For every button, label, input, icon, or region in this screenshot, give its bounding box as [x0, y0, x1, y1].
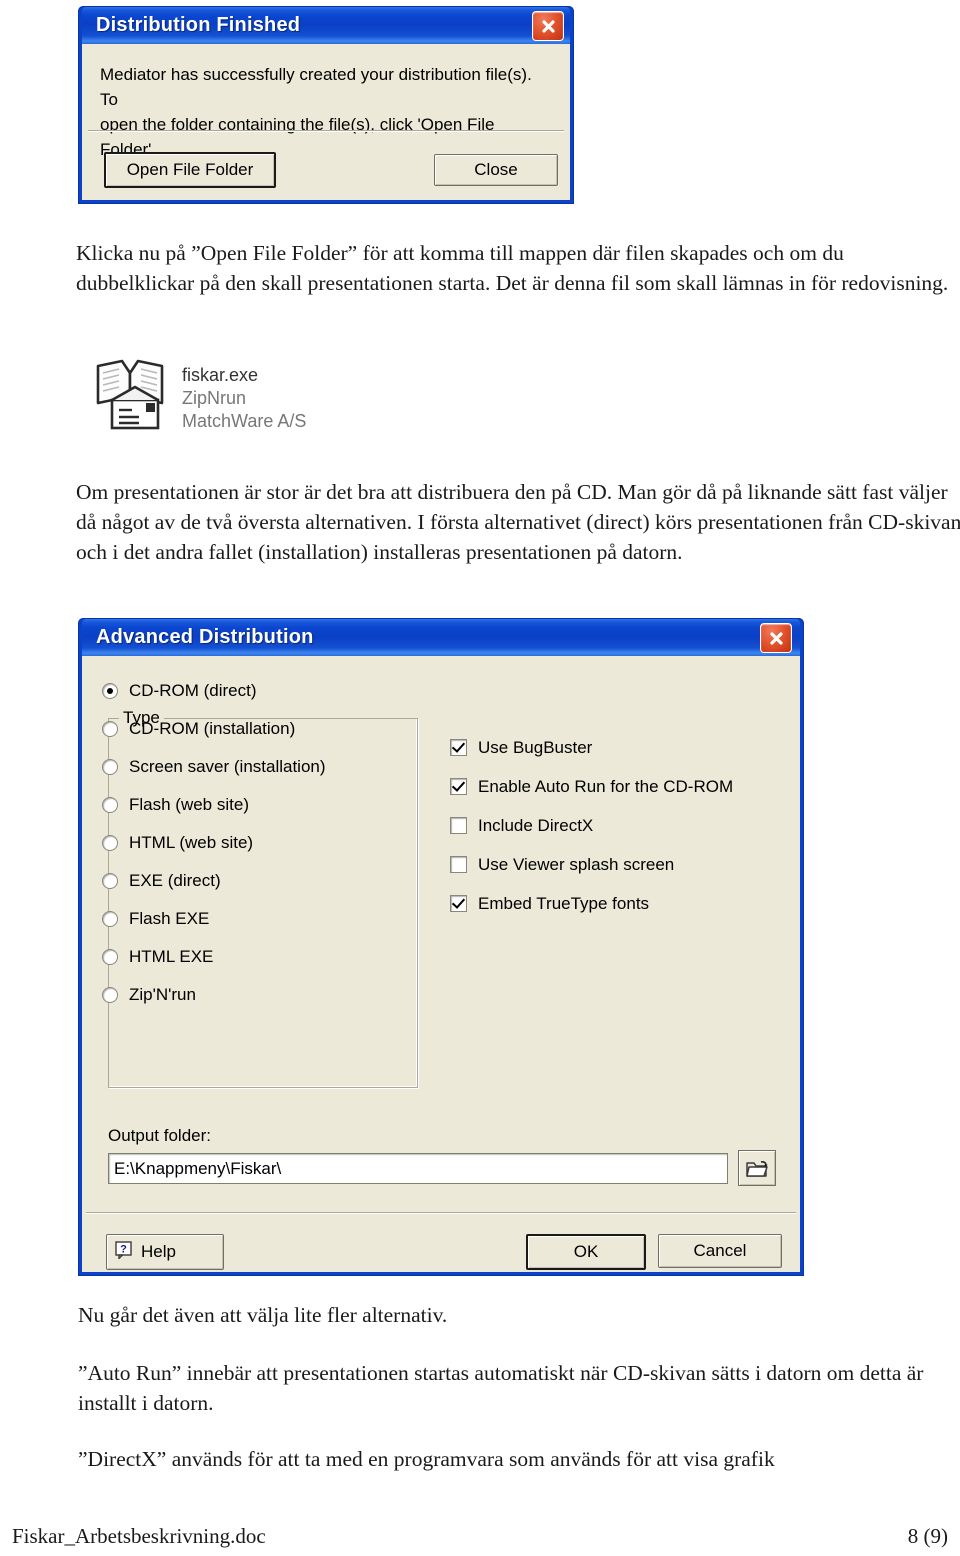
dialog-title: Advanced Distribution [96, 626, 314, 648]
checkbox-label: Enable Auto Run for the CD-ROM [478, 776, 734, 796]
dialog-title: Distribution Finished [96, 14, 301, 36]
radio-flash-web-site[interactable]: Flash (web site) [102, 786, 326, 824]
checkbox-indicator [450, 895, 467, 912]
checkbox-indicator [450, 856, 467, 873]
radio-zip-n-run[interactable]: Zip'N'run [102, 976, 326, 1014]
file-item: fiskar.exe ZipNrun MatchWare A/S [92, 356, 306, 438]
radio-indicator [102, 759, 118, 775]
dialog-titlebar[interactable]: Distribution Finished [82, 7, 570, 44]
paragraph-more-options: Nu går det även att välja lite fler alte… [78, 1303, 448, 1327]
checkbox-label: Use Viewer splash screen [478, 854, 675, 874]
divider [86, 1212, 796, 1214]
file-vendor: MatchWare A/S [182, 411, 307, 431]
ok-button[interactable]: OK [526, 1234, 646, 1270]
radio-label: EXE (direct) [129, 871, 221, 890]
checkbox-include-directx[interactable]: Include DirectX [450, 806, 733, 845]
close-icon[interactable] [760, 623, 792, 653]
radio-indicator [102, 797, 118, 813]
open-file-folder-button[interactable]: Open File Folder [104, 152, 276, 188]
folder-browse-icon[interactable] [738, 1150, 776, 1186]
radio-label: Zip'N'run [129, 985, 196, 1004]
checkbox-indicator [450, 739, 467, 756]
help-button[interactable]: ? Help [106, 1234, 224, 1270]
cancel-button[interactable]: Cancel [658, 1234, 782, 1268]
radio-exe-direct[interactable]: EXE (direct) [102, 862, 326, 900]
checkbox-label: Use BugBuster [478, 737, 593, 757]
footer-filename: Fiskar_Arbetsbeskrivning.doc [12, 1524, 266, 1548]
output-folder-label: Output folder: [108, 1126, 212, 1145]
advanced-distribution-dialog: Advanced Distribution Type CD-ROM (direc… [78, 618, 804, 1276]
paragraph-directx: ”DirectX” används för att ta med en prog… [78, 1447, 775, 1471]
checkbox-indicator [450, 778, 467, 795]
radio-html-web-site[interactable]: HTML (web site) [102, 824, 326, 862]
radio-cd-rom-direct[interactable]: CD-ROM (direct) [102, 672, 326, 710]
paragraph-cd-distribution: Om presentationen är stor är det bra att… [76, 480, 960, 564]
question-help-icon: ? [115, 1240, 133, 1264]
radio-label: CD-ROM (installation) [129, 719, 296, 738]
checkbox-enable-auto-run[interactable]: Enable Auto Run for the CD-ROM [450, 767, 733, 806]
radio-label: Flash (web site) [129, 795, 249, 814]
dialog-message: Mediator has successfully created your d… [100, 65, 532, 159]
checkbox-label: Include DirectX [478, 815, 594, 835]
radio-indicator [102, 987, 118, 1003]
footer-page-number: 8 (9) [907, 1524, 948, 1548]
dialog-body: Mediator has successfully created your d… [82, 44, 570, 200]
radio-indicator [102, 873, 118, 889]
file-name: fiskar.exe [182, 365, 259, 385]
page-footer: Fiskar_Arbetsbeskrivning.doc 8 (9) [12, 1524, 948, 1549]
radio-html-exe[interactable]: HTML EXE [102, 938, 326, 976]
paragraph-auto-run: ”Auto Run” innebär att presentationen st… [78, 1361, 924, 1415]
book-envelope-icon [92, 356, 170, 438]
distribution-finished-dialog: Distribution Finished Mediator has succe… [78, 6, 574, 204]
radio-indicator [102, 835, 118, 851]
type-radio-group: CD-ROM (direct) CD-ROM (installation) Sc… [102, 672, 326, 1014]
paragraph-open-file-folder: Klicka nu på ”Open File Folder” för att … [76, 241, 949, 295]
radio-cd-rom-installation[interactable]: CD-ROM (installation) [102, 710, 326, 748]
output-folder-input[interactable]: E:\Knappmeny\Fiskar\ [108, 1153, 728, 1184]
radio-indicator [102, 683, 118, 699]
radio-label: CD-ROM (direct) [129, 681, 257, 700]
radio-label: Flash EXE [129, 909, 210, 928]
checkbox-use-bugbuster[interactable]: Use BugBuster [450, 728, 733, 767]
file-product: ZipNrun [182, 388, 247, 408]
radio-indicator [102, 911, 118, 927]
close-icon[interactable] [532, 11, 564, 41]
help-button-label: Help [141, 1242, 176, 1261]
dialog-titlebar[interactable]: Advanced Distribution [82, 619, 800, 656]
svg-text:?: ? [120, 1243, 127, 1255]
radio-indicator [102, 721, 118, 737]
radio-label: Screen saver (installation) [129, 757, 326, 776]
options-checkbox-group: Use BugBuster Enable Auto Run for the CD… [450, 728, 733, 923]
checkbox-indicator [450, 817, 467, 834]
radio-indicator [102, 949, 118, 965]
divider [88, 130, 564, 132]
checkbox-label: Embed TrueType fonts [478, 893, 650, 913]
checkbox-embed-truetype-fonts[interactable]: Embed TrueType fonts [450, 884, 733, 923]
file-item-labels: fiskar.exe ZipNrun MatchWare A/S [182, 356, 306, 433]
radio-screen-saver-installation[interactable]: Screen saver (installation) [102, 748, 326, 786]
close-button[interactable]: Close [434, 154, 558, 186]
checkbox-use-viewer-splash-screen[interactable]: Use Viewer splash screen [450, 845, 733, 884]
radio-label: HTML (web site) [129, 833, 254, 852]
radio-flash-exe[interactable]: Flash EXE [102, 900, 326, 938]
dialog-body: Type CD-ROM (direct) CD-ROM (installatio… [82, 656, 800, 1272]
radio-label: HTML EXE [129, 947, 214, 966]
